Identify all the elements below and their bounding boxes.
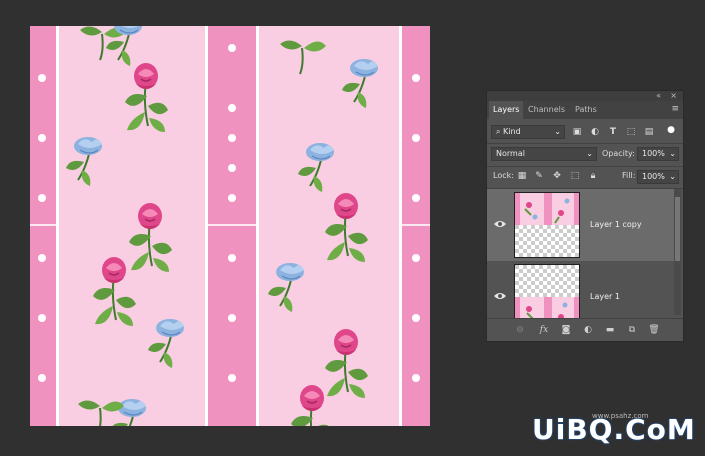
lock-row: Lock: ▦ ✎ ✥ ⬚ 🔒︎ Fill: 100% ⌄ — [487, 169, 683, 187]
blend-mode-value: Normal — [496, 149, 525, 158]
mask-icon[interactable]: ◙ — [559, 324, 573, 336]
tab-paths[interactable]: Paths — [575, 101, 597, 119]
filter-row: ⌕ Kind ⌄ ▣ ◐ T ⬚ ▤ ● — [487, 123, 683, 141]
layer-name[interactable]: Layer 1 copy — [590, 189, 642, 261]
fill-field[interactable]: 100% ⌄ — [637, 170, 679, 184]
chevron-down-icon: ⌄ — [586, 149, 593, 158]
type-filter-icon[interactable]: T — [607, 127, 619, 137]
layer-row-layer-1-copy[interactable]: Layer 1 copy — [487, 189, 675, 261]
layers-bottom-toolbar: ⊖ fx ◙ ◐ ▬ ⧉ 🗑︎ — [487, 318, 683, 341]
close-icon[interactable]: × — [670, 92, 677, 100]
lock-transparent-icon[interactable]: ▦ — [516, 171, 528, 181]
chevron-down-icon: ⌄ — [554, 127, 561, 136]
opacity-field[interactable]: 100% ⌄ — [637, 147, 679, 161]
chevron-down-icon: ⌄ — [669, 149, 676, 158]
watermark-logo: UiBQ.CoM www.psahz.com — [532, 412, 697, 450]
smart-object-filter-icon[interactable]: ▤ — [643, 127, 655, 137]
lock-image-icon[interactable]: ✎ — [533, 171, 545, 181]
chevron-down-icon: ⌄ — [669, 172, 676, 181]
panel-title-bar[interactable]: « × — [487, 91, 683, 101]
opacity-label: Opacity: — [602, 149, 635, 158]
lock-all-icon[interactable]: 🔒︎ — [587, 171, 599, 181]
eye-icon[interactable] — [494, 219, 506, 229]
blend-row: Normal ⌄ Opacity: 100% ⌄ — [487, 146, 683, 164]
panel-menu-icon[interactable]: ≡ — [671, 105, 679, 114]
artboard-lock-icon[interactable]: ⬚ — [569, 171, 581, 181]
adjustment-filter-icon[interactable]: ◐ — [589, 127, 601, 137]
search-icon: ⌕ — [496, 127, 504, 136]
blend-mode-select[interactable]: Normal ⌄ — [491, 147, 597, 161]
shape-filter-icon[interactable]: ⬚ — [625, 127, 637, 137]
pixel-filter-icon[interactable]: ▣ — [571, 127, 583, 137]
document-canvas[interactable] — [30, 26, 430, 426]
watermark-url: www.psahz.com — [592, 412, 649, 420]
divider — [487, 143, 683, 144]
divider — [487, 166, 683, 167]
new-layer-icon[interactable]: ⧉ — [625, 324, 639, 336]
layers-scrollbar[interactable] — [674, 189, 681, 315]
lock-position-icon[interactable]: ✥ — [551, 171, 563, 181]
eye-icon[interactable] — [494, 291, 506, 301]
fill-value: 100% — [642, 172, 665, 181]
scrollbar-thumb[interactable] — [675, 197, 680, 261]
panel-tab-bar: Layers Channels Paths ≡ — [487, 101, 683, 119]
collapse-icon[interactable]: « — [656, 92, 661, 100]
fx-icon[interactable]: fx — [537, 324, 551, 336]
tab-layers[interactable]: Layers — [489, 101, 524, 119]
kind-filter-select[interactable]: ⌕ Kind ⌄ — [491, 125, 565, 139]
trash-icon[interactable]: 🗑︎ — [647, 324, 661, 336]
filter-toggle-icon[interactable]: ● — [665, 125, 677, 135]
kind-filter-label: Kind — [503, 127, 521, 136]
link-icon[interactable]: ⊖ — [513, 324, 527, 336]
layers-panel: « × Layers Channels Paths ≡ ⌕ Kind ⌄ ▣ ◐… — [486, 90, 684, 342]
opacity-value: 100% — [642, 149, 665, 158]
tab-channels[interactable]: Channels — [528, 101, 565, 119]
adjustment-icon[interactable]: ◐ — [581, 324, 595, 336]
fill-label: Fill: — [622, 171, 636, 180]
folder-icon[interactable]: ▬ — [603, 324, 617, 336]
lock-label: Lock: — [493, 171, 514, 180]
layer-thumbnail — [514, 192, 580, 258]
